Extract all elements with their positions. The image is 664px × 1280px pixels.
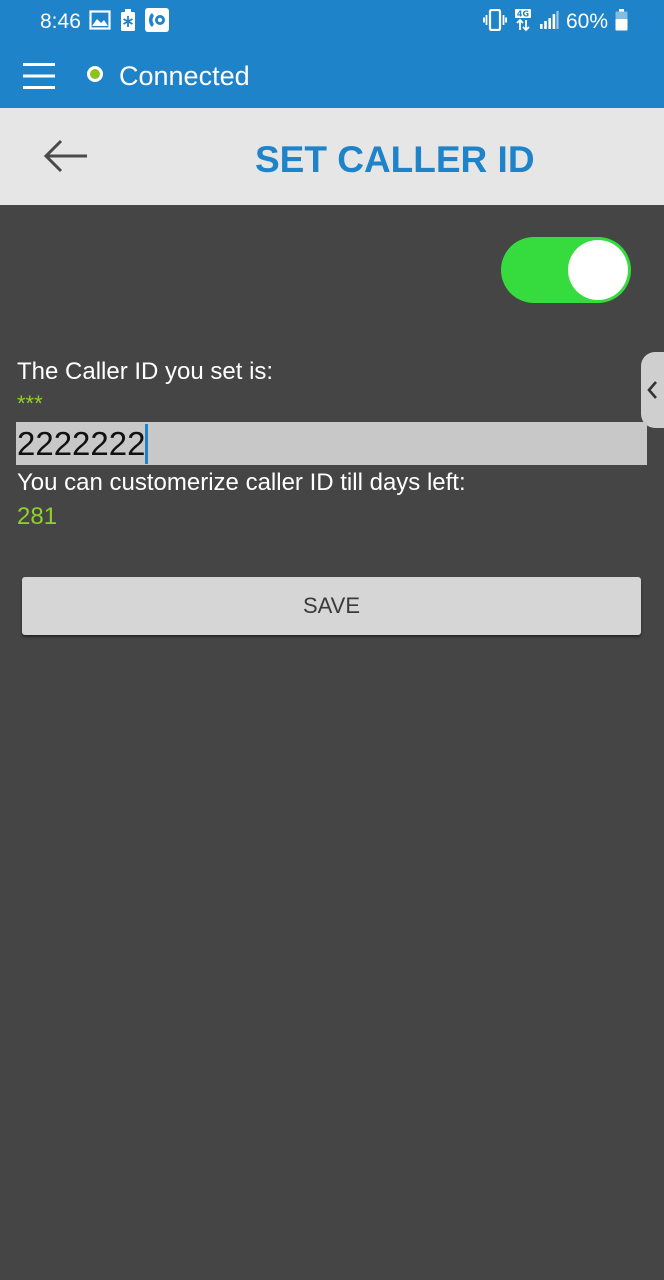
caller-id-masked-value: *** [17, 391, 43, 416]
page-title: SET CALLER ID [255, 139, 535, 180]
toggle-knob [568, 240, 628, 300]
side-drawer-handle[interactable] [641, 352, 664, 428]
battery-icon [615, 8, 628, 36]
days-left-label: You can customerize caller ID till days … [17, 469, 466, 496]
text-cursor [145, 424, 148, 464]
back-arrow-icon [43, 139, 87, 173]
status-bar: 8:46 4G 60% [0, 0, 664, 44]
hamburger-menu-icon [23, 63, 55, 89]
battery-saver-icon [120, 8, 136, 36]
hamburger-menu-button[interactable] [14, 52, 64, 100]
app-bar: Connected [0, 44, 664, 108]
connection-status-indicator [87, 66, 103, 82]
caller-id-input[interactable] [16, 422, 647, 465]
signal-icon [539, 10, 559, 35]
status-time: 8:46 [40, 10, 81, 33]
caller-id-label: The Caller ID you set is: [17, 358, 274, 385]
back-button[interactable] [34, 130, 98, 182]
connection-status-text: Connected [119, 61, 250, 91]
vibrate-icon [483, 8, 507, 36]
save-button[interactable]: SAVE [22, 577, 641, 635]
battery-percent: 60% [565, 10, 608, 33]
days-left-value: 281 [17, 503, 58, 530]
title-bar: SET CALLER ID [0, 108, 664, 205]
4g-icon: 4G [514, 8, 532, 37]
status-left-icons [89, 7, 169, 37]
gallery-icon [89, 9, 111, 35]
svg-text:4G: 4G [517, 9, 529, 18]
caller-id-toggle[interactable] [501, 237, 631, 303]
app-notification-icon [145, 7, 169, 37]
chevron-left-icon [647, 381, 657, 399]
status-right-icons: 4G 60% [483, 8, 628, 37]
